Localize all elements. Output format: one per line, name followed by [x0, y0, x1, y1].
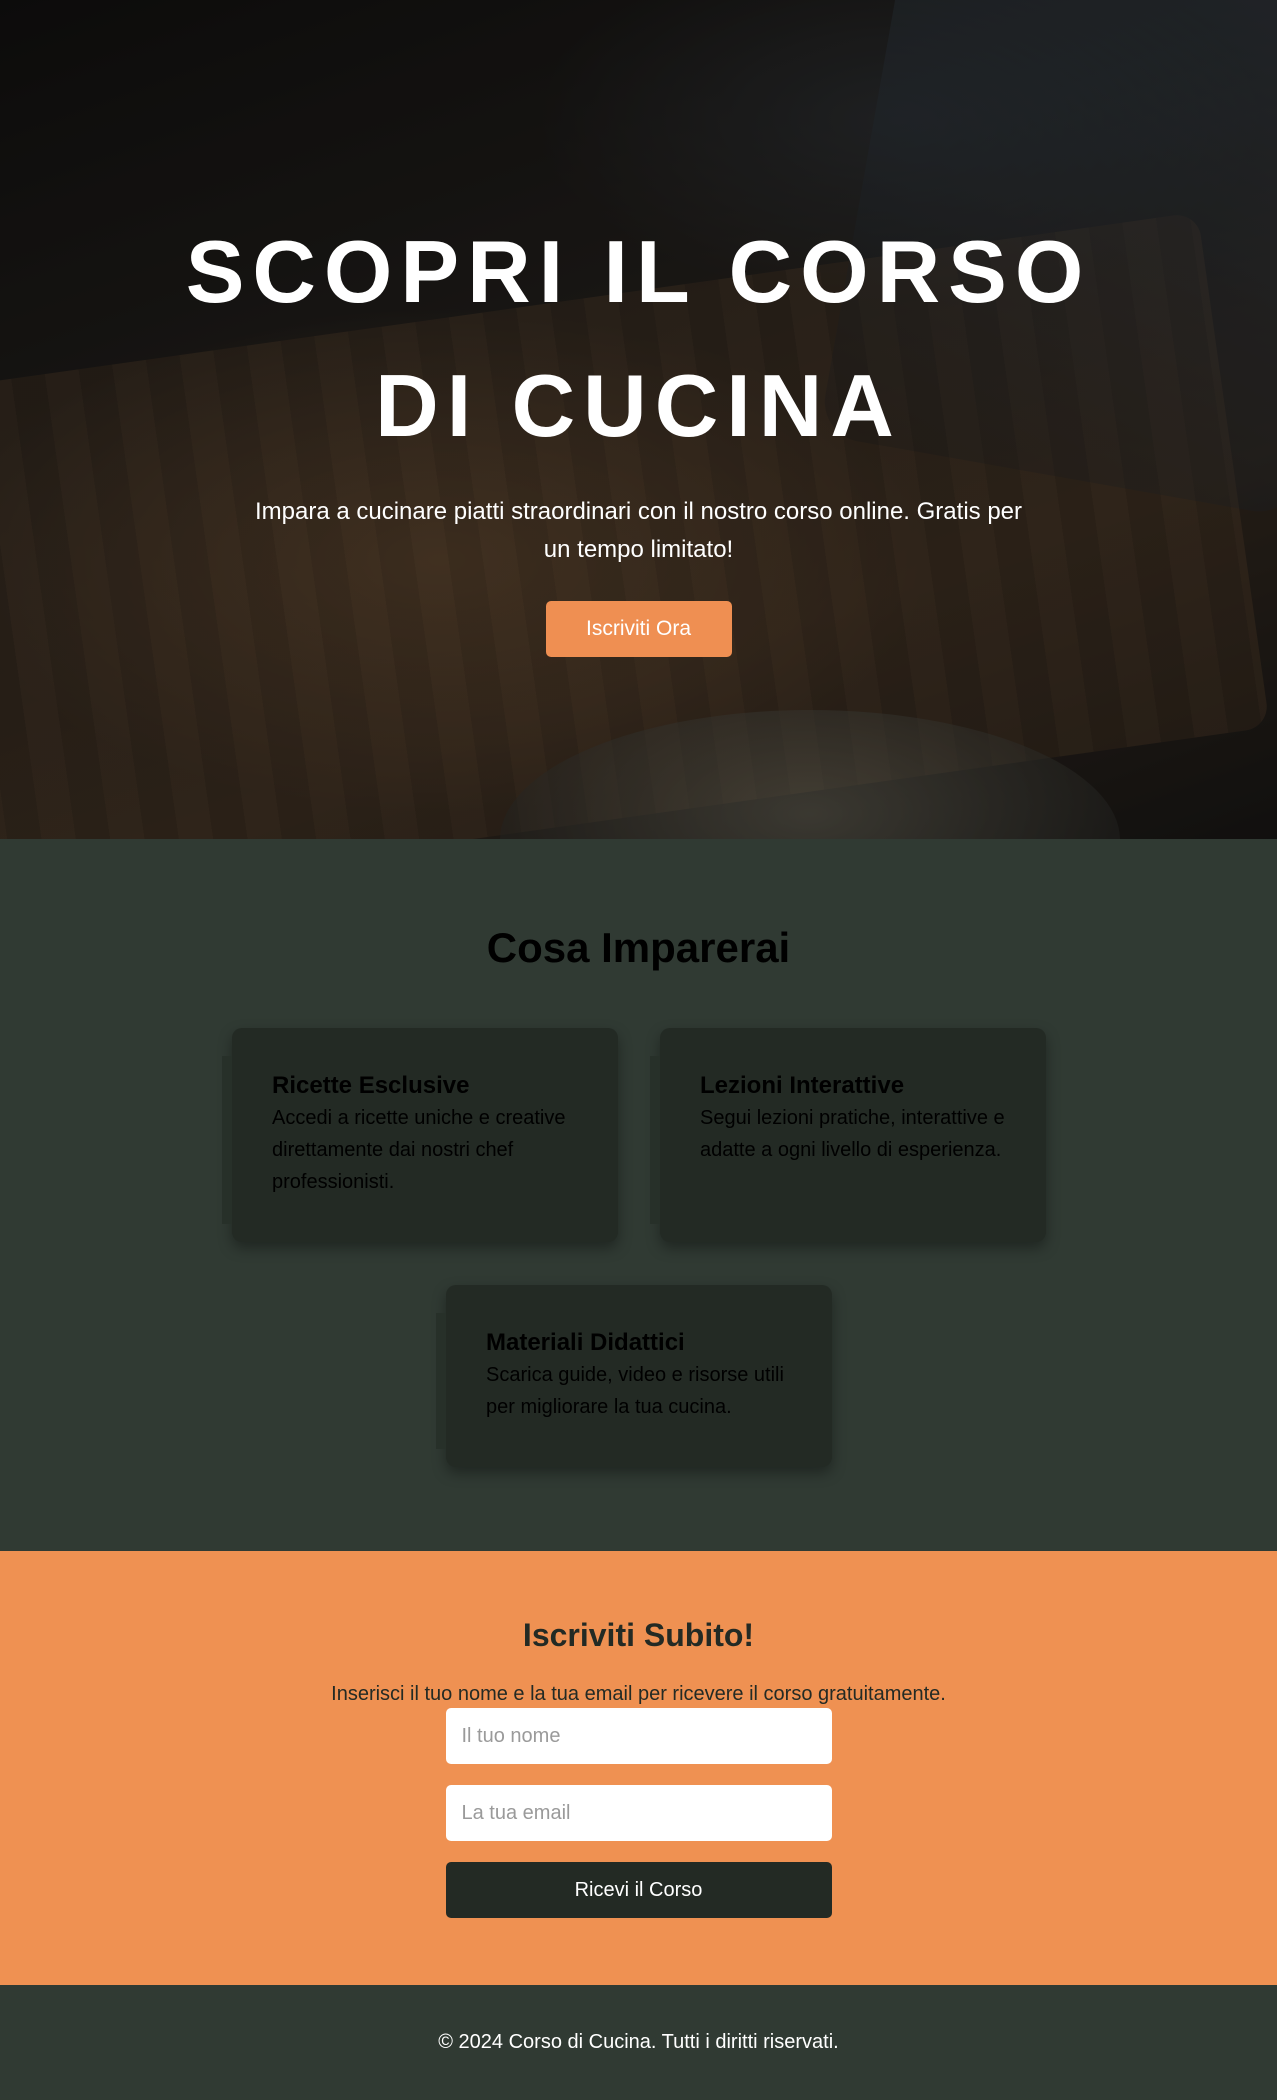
hero-title: SCOPRI IL CORSO DI CUCINA [185, 222, 1092, 455]
feature-card-title: Materiali Didattici [486, 1329, 685, 1356]
name-input[interactable] [445, 1708, 832, 1764]
feature-card-text: Segui lezioni pratiche, interattive e ad… [700, 1107, 1005, 1161]
hero-subtitle: Impara a cucinare piatti straordinari co… [254, 498, 1022, 563]
feature-card-exclusive-recipes: Ricette Esclusive Accedi a ricette unich… [222, 1028, 618, 1242]
subscribe-now-button[interactable]: Iscriviti Ora [545, 601, 732, 657]
card-edge [650, 1056, 660, 1224]
feature-card-interactive-lessons: Lezioni Interattive Segui lezioni pratic… [650, 1028, 1046, 1242]
hero-content: SCOPRI IL CORSO DI CUCINA Impara a cucin… [0, 0, 1277, 657]
get-course-button[interactable]: Ricevi il Corso [445, 1862, 832, 1918]
hero-section: SCOPRI IL CORSO DI CUCINA Impara a cucin… [0, 0, 1277, 839]
card-edge [222, 1056, 232, 1224]
features-title: Cosa Imparerai [486, 924, 791, 971]
feature-card-text: Scarica guide, video e risorse utili per… [486, 1364, 784, 1418]
email-input[interactable] [445, 1785, 832, 1841]
signup-lead: Inserisci il tuo nome e la tua email per… [331, 1683, 946, 1705]
feature-card-teaching-materials: Materiali Didattici Scarica guide, video… [436, 1285, 832, 1467]
feature-card-text: Accedi a ricette uniche e creative diret… [272, 1107, 566, 1193]
signup-title: Iscriviti Subito! [522, 1617, 755, 1653]
signup-section: Iscriviti Subito! Inserisci il tuo nome … [0, 1551, 1277, 1985]
feature-card-title: Ricette Esclusive [272, 1072, 470, 1099]
copyright-text: © 2024 Corso di Cucina. Tutti i diritti … [438, 2031, 839, 2053]
footer: © 2024 Corso di Cucina. Tutti i diritti … [0, 1985, 1277, 2100]
feature-card-title: Lezioni Interattive [700, 1072, 905, 1099]
card-edge [436, 1313, 446, 1449]
